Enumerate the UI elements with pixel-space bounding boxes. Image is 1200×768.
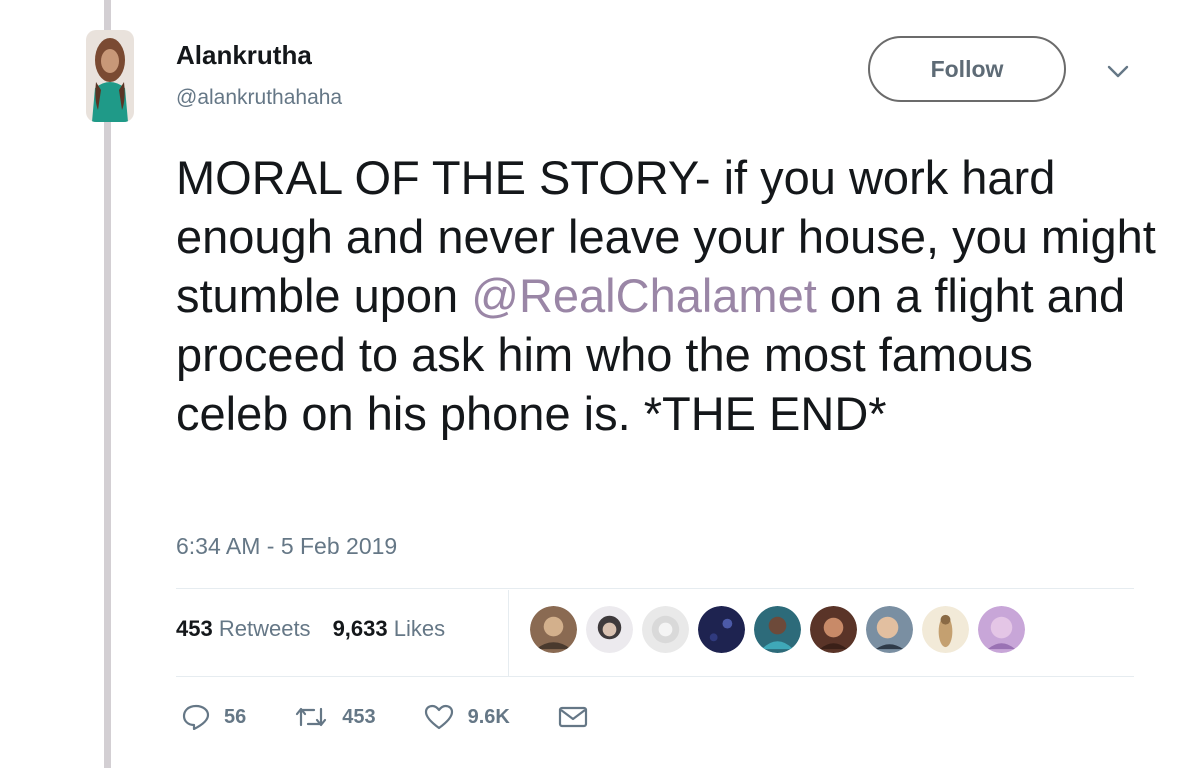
retweet-icon: [296, 707, 327, 727]
liker-avatar[interactable]: [530, 606, 577, 653]
engagement-stats: 453 Retweets 9,633 Likes: [176, 616, 445, 642]
retweets-stat[interactable]: 453 Retweets: [176, 616, 311, 642]
reply-button[interactable]: 56: [182, 704, 246, 730]
liker-avatar[interactable]: [978, 606, 1025, 653]
liker-avatar[interactable]: [642, 606, 689, 653]
retweets-count: 453: [176, 616, 213, 641]
heart-icon: [424, 704, 453, 730]
tweet-actions: 56 453 9.6K: [182, 704, 636, 730]
stats-separator: [508, 590, 509, 676]
likes-stat[interactable]: 9,633 Likes: [333, 616, 446, 642]
divider: [176, 676, 1134, 677]
retweets-label: Retweets: [218, 616, 311, 641]
timestamp[interactable]: 6:34 AM - 5 Feb 2019: [176, 533, 397, 560]
liker-avatar[interactable]: [754, 606, 801, 653]
retweet-button[interactable]: 453: [294, 705, 376, 729]
chevron-down-icon[interactable]: [1106, 64, 1130, 80]
direct-message-button[interactable]: [558, 705, 588, 729]
retweet-count: 453: [342, 705, 376, 728]
liker-avatar[interactable]: [922, 606, 969, 653]
mention-link[interactable]: @RealChalamet: [471, 269, 817, 322]
reply-count: 56: [224, 705, 247, 728]
follow-button[interactable]: Follow: [868, 36, 1066, 102]
likes-label: Likes: [393, 616, 446, 641]
like-button[interactable]: 9.6K: [424, 704, 510, 730]
liker-avatar[interactable]: [586, 606, 633, 653]
reply-icon: [182, 704, 210, 730]
tweet-text: MORAL OF THE STORY- if you work hard eno…: [176, 148, 1156, 443]
liker-avatar[interactable]: [866, 606, 913, 653]
liker-avatars: [530, 606, 1025, 653]
author-handle[interactable]: @alankruthahaha: [176, 86, 342, 110]
liker-avatar[interactable]: [810, 606, 857, 653]
liker-avatar[interactable]: [698, 606, 745, 653]
likes-count: 9,633: [332, 616, 388, 641]
author-name[interactable]: Alankrutha: [176, 40, 312, 71]
divider: [176, 588, 1134, 589]
like-count: 9.6K: [467, 705, 510, 728]
mail-icon: [558, 706, 587, 728]
avatar[interactable]: [86, 30, 134, 122]
